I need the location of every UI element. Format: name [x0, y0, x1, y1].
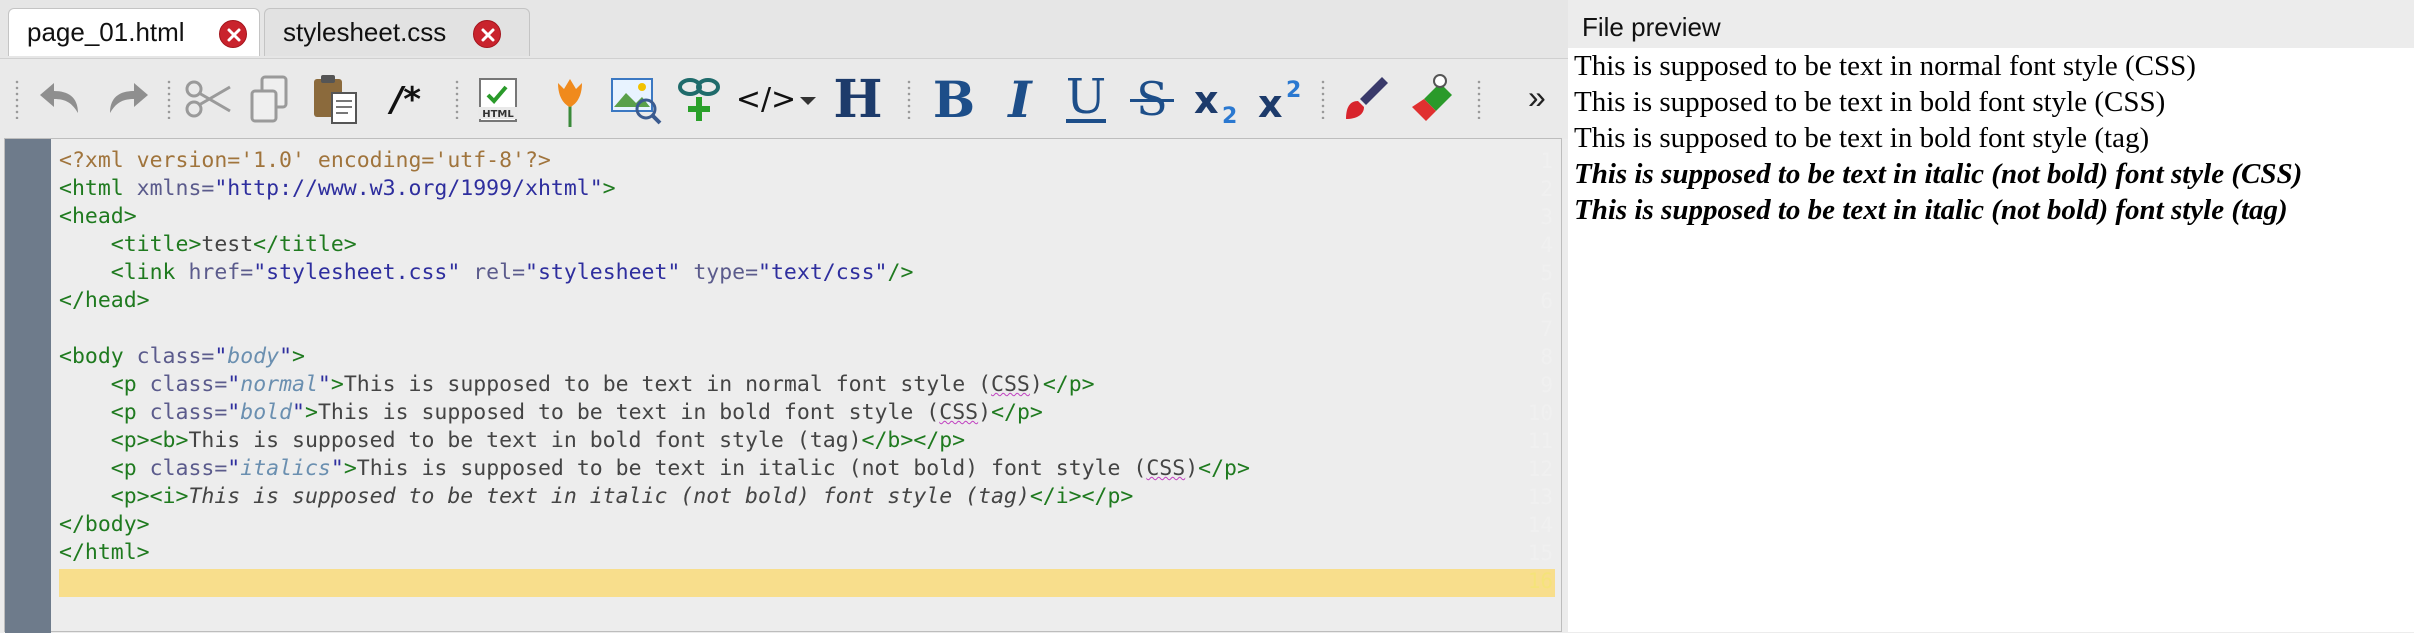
line-number: 5	[1540, 261, 1553, 285]
line-number: 9	[1540, 373, 1553, 397]
toolbar-grip[interactable]	[906, 79, 912, 119]
line-number: 13	[1527, 485, 1553, 509]
toolbar-grip[interactable]	[1320, 79, 1326, 119]
tab-bar: page_01.html stylesheet.css	[0, 0, 1568, 58]
brush-icon[interactable]	[1336, 69, 1396, 129]
toolbar-grip[interactable]	[166, 79, 172, 119]
tab-label: stylesheet.css	[283, 17, 447, 47]
preview-line-normal: This is supposed to be text in normal fo…	[1574, 50, 2196, 82]
code-line: <p class="bold">This is supposed to be t…	[110, 400, 1043, 425]
line-number: 11	[1527, 429, 1553, 453]
current-line-highlight	[59, 569, 1555, 597]
code-line: <title>test</title>	[110, 232, 357, 257]
toolbar-overflow-button[interactable]: »	[1528, 79, 1546, 116]
code-line: </html>	[59, 540, 150, 565]
preview-line-bold-tag: This is supposed to be text in bold font…	[1574, 122, 2150, 154]
svg-text:2: 2	[1286, 78, 1301, 103]
copy-icon[interactable]	[240, 69, 300, 129]
image-icon[interactable]	[606, 69, 666, 129]
toolbar: /* HTML </> H B I U S x 2 x 2 »	[0, 58, 1568, 139]
svg-text:I: I	[1006, 70, 1033, 129]
paste-icon[interactable]	[306, 69, 366, 129]
line-number: 12	[1527, 457, 1553, 481]
comment-icon[interactable]: /*	[376, 69, 436, 129]
superscript-icon[interactable]: x2	[1252, 69, 1312, 129]
comment-label: /*	[387, 80, 421, 120]
toolbar-grip[interactable]	[454, 79, 460, 119]
svg-text:HTML: HTML	[482, 109, 514, 120]
svg-text:2: 2	[1222, 104, 1237, 129]
preview-line-italic-css: This is supposed to be text in italic (n…	[1574, 158, 2303, 190]
line-number: 10	[1527, 401, 1553, 425]
svg-text:</>: </>	[736, 82, 796, 117]
svg-text:H: H	[833, 69, 882, 129]
redo-icon[interactable]	[96, 69, 156, 129]
code-line: <p class="italics">This is supposed to b…	[110, 456, 1250, 481]
undo-icon[interactable]	[32, 69, 92, 129]
svg-text:x: x	[1258, 82, 1283, 126]
link-icon[interactable]	[670, 69, 730, 129]
code-line: <?xml version='1.0' encoding='utf-8'?>	[59, 147, 551, 175]
line-number-current: 16	[1527, 569, 1553, 593]
tulip-icon[interactable]	[540, 69, 600, 129]
line-number: 8	[1540, 345, 1553, 369]
editor-pane: page_01.html stylesheet.css /* HTML </> …	[0, 0, 1568, 633]
code-line: </head>	[59, 288, 150, 313]
italic-icon[interactable]: I	[990, 69, 1050, 129]
tab-label: page_01.html	[27, 17, 185, 47]
line-number: 6	[1540, 289, 1553, 313]
code-editor[interactable]: 1 2 3 4 5 6 7 8 9 10 11 12 13 14 15 16 <…	[4, 138, 1562, 633]
line-number: 1	[1540, 149, 1553, 173]
line-number: 2	[1540, 177, 1553, 201]
bold-icon[interactable]: B	[924, 69, 984, 129]
code-line: <link href="stylesheet.css" rel="stylesh…	[110, 260, 914, 285]
strikethrough-icon[interactable]: S	[1122, 69, 1182, 129]
preview-line-bold-css: This is supposed to be text in bold font…	[1574, 86, 2166, 118]
svg-text:B: B	[933, 70, 975, 129]
line-number: 7	[1540, 317, 1553, 341]
clear-format-icon[interactable]	[1400, 69, 1460, 129]
line-number: 14	[1527, 513, 1553, 537]
code-line: <html xmlns="http://www.w3.org/1999/xhtm…	[59, 176, 616, 201]
tab-page-01-html[interactable]: page_01.html	[8, 8, 260, 56]
cut-icon[interactable]	[178, 69, 238, 129]
line-number-gutter	[5, 139, 51, 633]
xml-declaration: <?xml version='1.0' encoding='utf-8'?>	[59, 148, 551, 173]
preview-line-italic-tag: This is supposed to be text in italic (n…	[1574, 194, 2288, 226]
heading-icon[interactable]: H	[828, 69, 888, 129]
line-number: 3	[1540, 205, 1553, 229]
tab-stylesheet-css[interactable]: stylesheet.css	[264, 8, 530, 56]
file-preview-pane: File preview This is supposed to be text…	[1568, 0, 2414, 632]
underline-icon[interactable]: U	[1056, 69, 1116, 129]
close-icon[interactable]	[219, 20, 247, 48]
toolbar-grip[interactable]	[1476, 79, 1482, 119]
svg-text:U: U	[1066, 69, 1106, 125]
code-line: <head>	[59, 204, 137, 229]
code-line: </body>	[59, 512, 150, 537]
close-icon[interactable]	[473, 20, 501, 48]
html-validate-icon[interactable]: HTML	[470, 69, 530, 129]
preview-header: File preview	[1568, 0, 2414, 48]
svg-text:x: x	[1194, 78, 1219, 122]
line-number: 15	[1527, 541, 1553, 565]
code-line: <body class="body">	[59, 344, 305, 369]
subscript-icon[interactable]: x2	[1188, 69, 1248, 129]
preview-title: File preview	[1582, 12, 1721, 42]
toolbar-grip[interactable]	[14, 79, 20, 119]
code-line: <p><i>This is supposed to be text in ita…	[110, 484, 1134, 509]
line-number: 4	[1540, 233, 1553, 257]
code-line: <p class="normal">This is supposed to be…	[110, 372, 1095, 397]
code-tag-icon[interactable]: </>	[736, 69, 820, 129]
code-line: <p><b>This is supposed to be text in bol…	[110, 428, 966, 453]
